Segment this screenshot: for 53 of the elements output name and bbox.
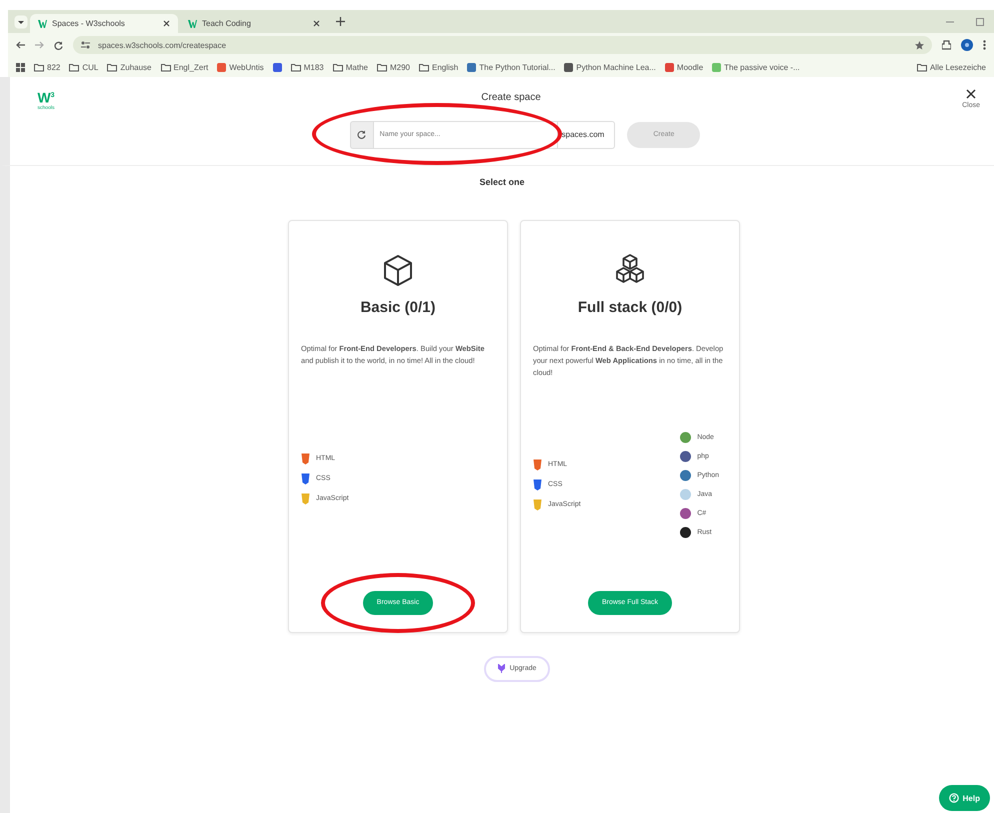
folder-icon bbox=[332, 62, 343, 72]
plan-title: Full stack (0/0) bbox=[578, 298, 682, 316]
all-bookmarks[interactable]: Alle Lesezeiche bbox=[916, 62, 986, 72]
folder-icon bbox=[69, 62, 80, 72]
folder-icon bbox=[916, 62, 927, 72]
extensions-icon[interactable] bbox=[942, 40, 951, 50]
close-icon bbox=[966, 89, 976, 99]
close-icon[interactable] bbox=[163, 20, 170, 27]
domain-suffix: spaces.com bbox=[558, 120, 616, 149]
help-icon bbox=[948, 793, 959, 803]
address-bar[interactable]: spaces.w3schools.com/createspace bbox=[73, 36, 932, 54]
maximize-icon[interactable] bbox=[976, 18, 984, 26]
back-icon[interactable] bbox=[16, 41, 25, 49]
plan-title: Basic (0/1) bbox=[360, 298, 436, 316]
page-title: Create space bbox=[480, 91, 542, 103]
bookmark[interactable]: English bbox=[419, 62, 458, 72]
folder-icon bbox=[290, 62, 301, 72]
bookmark[interactable]: Zuhause bbox=[107, 62, 152, 72]
bookmark[interactable]: CUL bbox=[69, 62, 98, 72]
bookmark[interactable]: M183 bbox=[290, 62, 324, 72]
site-settings-icon[interactable] bbox=[81, 41, 90, 49]
select-heading: Select one bbox=[479, 176, 525, 187]
profile-icon[interactable] bbox=[961, 39, 973, 51]
folder-icon bbox=[160, 62, 171, 72]
browser-tab[interactable]: Spaces - W3schools bbox=[30, 14, 178, 33]
folder-icon bbox=[107, 62, 118, 72]
star-icon[interactable] bbox=[915, 40, 924, 50]
bookmark[interactable]: Moodle bbox=[664, 62, 704, 72]
bookmark[interactable]: Engl_Zert bbox=[160, 62, 208, 72]
refresh-button[interactable] bbox=[350, 120, 373, 149]
folder-icon bbox=[376, 62, 387, 72]
site-icon bbox=[38, 20, 47, 28]
bookmark[interactable] bbox=[272, 62, 282, 72]
bookmark[interactable]: M290 bbox=[376, 62, 410, 72]
bookmark[interactable]: The passive voice -... bbox=[712, 62, 800, 72]
bookmark[interactable]: WebUntis bbox=[217, 62, 264, 72]
bookmark[interactable]: 822 bbox=[34, 62, 60, 72]
close-icon[interactable] bbox=[313, 20, 320, 27]
site-icon bbox=[188, 20, 197, 28]
bookmark[interactable]: Mathe bbox=[332, 62, 368, 72]
upgrade-icon bbox=[498, 664, 505, 674]
menu-icon[interactable] bbox=[983, 40, 986, 50]
reload-icon[interactable] bbox=[54, 40, 63, 50]
tab-list-icon[interactable] bbox=[14, 14, 28, 28]
browser-tab[interactable]: Teach Coding bbox=[180, 14, 328, 33]
folder-icon bbox=[419, 62, 429, 72]
apps-icon[interactable] bbox=[16, 62, 25, 72]
refresh-icon bbox=[357, 130, 366, 140]
new-tab-icon[interactable] bbox=[336, 17, 345, 26]
folder-icon bbox=[34, 62, 44, 72]
url-text: spaces.w3schools.com/createspace bbox=[98, 40, 228, 50]
bookmark[interactable]: The Python Tutorial... bbox=[467, 62, 556, 72]
bookmark[interactable]: Python Machine Lea... bbox=[564, 62, 656, 72]
